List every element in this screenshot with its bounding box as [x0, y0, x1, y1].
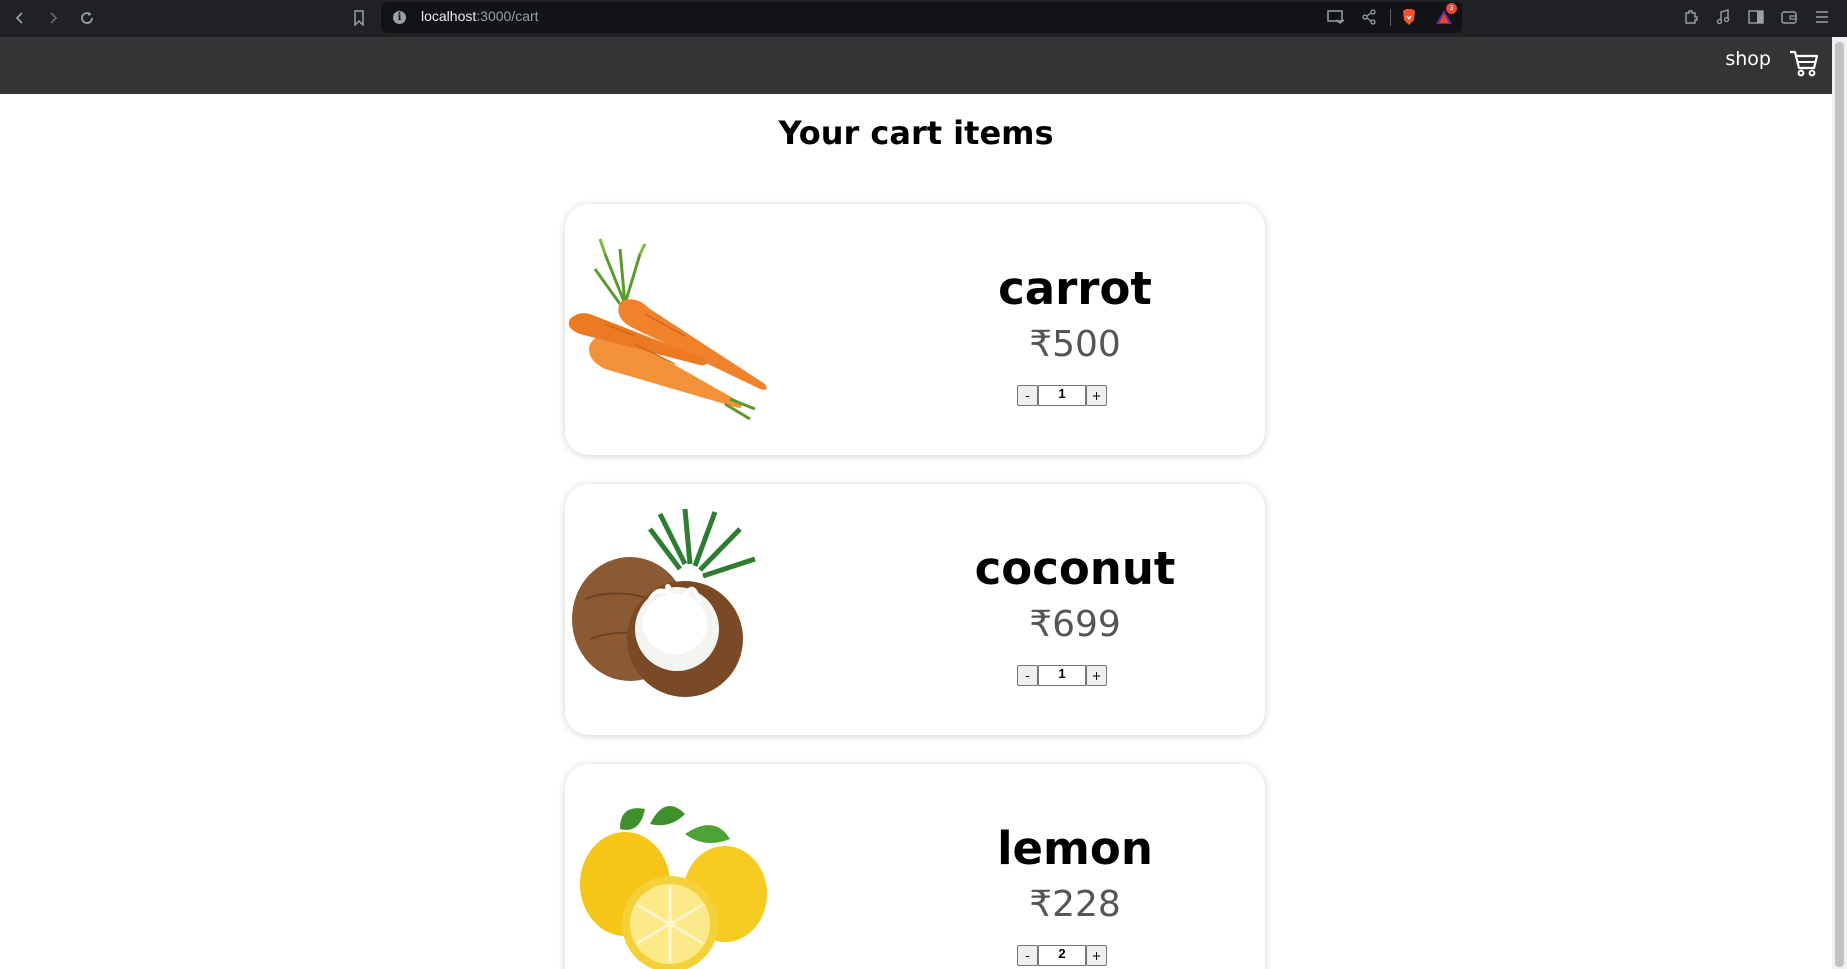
item-info: carrot ₹500 - 1 +: [885, 204, 1265, 455]
site-header: shop: [0, 37, 1832, 94]
decrease-button[interactable]: -: [1017, 385, 1038, 406]
item-name: coconut: [974, 542, 1176, 595]
page-scrollbar[interactable]: [1832, 37, 1847, 969]
address-bar[interactable]: i localhost:3000/cart: [381, 2, 1462, 33]
item-price: ₹228: [1029, 884, 1121, 925]
site-info-icon[interactable]: i: [393, 11, 406, 24]
lemon-image: [565, 784, 785, 969]
brave-shield-icon[interactable]: [1399, 7, 1419, 27]
browser-toolbar: i localhost:3000/cart 3: [0, 0, 1847, 37]
cart-item-card: carrot ₹500 - 1 +: [565, 204, 1265, 455]
quantity-stepper: - 2 +: [1017, 945, 1107, 966]
url-host: localhost: [421, 8, 477, 24]
item-name: carrot: [998, 262, 1152, 315]
item-name: lemon: [997, 822, 1153, 875]
cart-item-card: coconut ₹699 - 1 +: [565, 484, 1265, 735]
sidebar-icon[interactable]: [1746, 7, 1766, 27]
back-icon[interactable]: [9, 7, 31, 29]
item-price: ₹500: [1029, 324, 1121, 365]
notification-badge: 3: [1446, 3, 1457, 14]
quantity-stepper: - 1 +: [1017, 385, 1107, 406]
decrease-button[interactable]: -: [1017, 945, 1038, 966]
quantity-field[interactable]: 1: [1038, 385, 1086, 406]
shop-link[interactable]: shop: [1725, 48, 1771, 70]
wallet-icon[interactable]: [1779, 7, 1799, 27]
increase-button[interactable]: +: [1086, 385, 1107, 406]
coconut-image: [565, 504, 785, 714]
menu-icon[interactable]: [1812, 7, 1832, 27]
decrease-button[interactable]: -: [1017, 665, 1038, 686]
increase-button[interactable]: +: [1086, 945, 1107, 966]
url-path: :3000/cart: [476, 8, 539, 24]
share-icon[interactable]: [1359, 7, 1379, 27]
quantity-field[interactable]: 2: [1038, 945, 1086, 966]
forward-icon[interactable]: [42, 7, 64, 29]
page-title: Your cart items: [778, 114, 1054, 152]
scrollbar-thumb[interactable]: [1835, 42, 1844, 967]
cast-icon[interactable]: [1326, 7, 1346, 27]
carrot-image: [565, 224, 785, 434]
extensions-icon[interactable]: [1681, 7, 1701, 27]
quantity-field[interactable]: 1: [1038, 665, 1086, 686]
quantity-stepper: - 1 +: [1017, 665, 1107, 686]
url-text: localhost:3000/cart: [421, 8, 539, 24]
cart-item-card: lemon ₹228 - 2 +: [565, 764, 1265, 969]
item-info: coconut ₹699 - 1 +: [885, 484, 1265, 735]
media-icon[interactable]: [1713, 7, 1733, 27]
bookmark-icon[interactable]: [348, 7, 370, 29]
toolbar-separator: [1390, 9, 1391, 26]
item-info: lemon ₹228 - 2 +: [885, 764, 1265, 969]
cart-icon[interactable]: [1788, 47, 1820, 79]
brave-rewards-icon[interactable]: 3: [1434, 3, 1457, 27]
reload-icon[interactable]: [76, 7, 98, 29]
increase-button[interactable]: +: [1086, 665, 1107, 686]
main-content: Your cart items carrot ₹500 - 1 + coconu…: [0, 94, 1832, 969]
item-price: ₹699: [1029, 604, 1121, 645]
